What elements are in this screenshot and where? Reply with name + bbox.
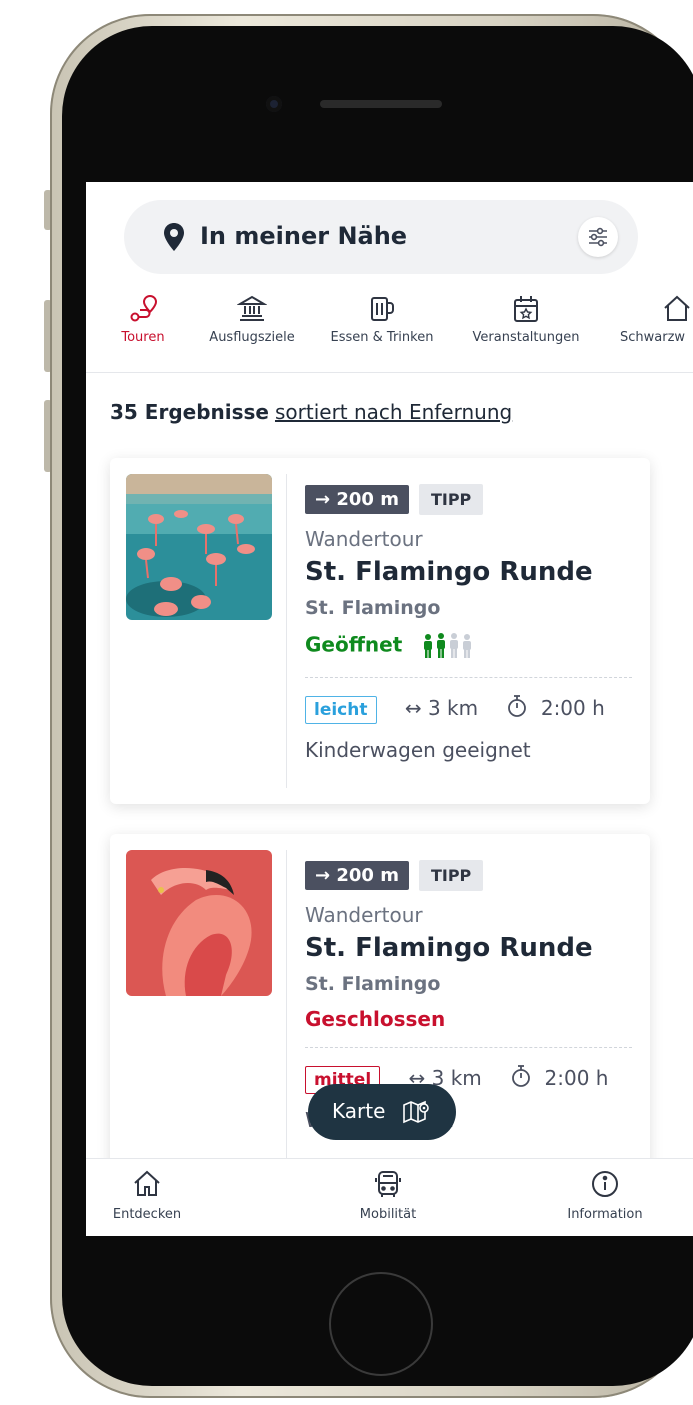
- bus-icon: [375, 1171, 401, 1197]
- home-button[interactable]: [329, 1272, 433, 1376]
- tab-label: Mobilität: [359, 1207, 417, 1222]
- category-schwarzwald[interactable]: Schwarzw: [618, 294, 693, 372]
- category-bar: Touren Ausflugsziele Essen & Trinken Ver…: [86, 294, 693, 373]
- stopwatch-icon: [508, 695, 527, 717]
- home-icon: [134, 1170, 160, 1196]
- difficulty-badge: leicht: [305, 696, 377, 724]
- occupancy-icon: [424, 633, 472, 658]
- tour-duration: 2:00 h: [540, 696, 605, 720]
- speaker-grille: [320, 100, 442, 108]
- route-icon: [130, 294, 158, 322]
- tour-card[interactable]: → 200 m TIPP Wandertour St. Flamingo Rund…: [110, 458, 650, 804]
- tour-thumbnail: [126, 474, 272, 620]
- map-icon: [403, 1100, 429, 1124]
- front-camera: [266, 96, 282, 112]
- closed-status: Geschlossen: [305, 1007, 446, 1031]
- card-tags: → 200 m TIPP: [305, 860, 632, 891]
- category-label: Touren: [121, 330, 165, 345]
- tour-meta: leicht ↔ 3 km 2:00 h: [305, 694, 632, 724]
- tab-mobilitaet[interactable]: Mobilität: [348, 1169, 428, 1222]
- flamingo-pond-image: [126, 474, 272, 620]
- flamingo-closeup-image: [126, 850, 272, 996]
- tour-type: Wandertour: [305, 903, 423, 927]
- location-search-bar[interactable]: In meiner Nähe: [124, 200, 638, 274]
- tour-title: St. Flamingo Runde: [305, 557, 593, 587]
- tab-entdecken[interactable]: Entdecken: [112, 1169, 182, 1222]
- tour-place: St. Flamingo: [305, 973, 441, 995]
- results-count: 35 Ergebnisse: [110, 400, 269, 424]
- distance-badge: → 200 m: [305, 861, 409, 890]
- card-tags: → 200 m TIPP: [305, 484, 632, 515]
- category-label: Veranstaltungen: [472, 330, 580, 345]
- dashed-divider: [305, 1047, 632, 1048]
- results-summary: 35 Ergebnisse sortiert nach Enfernung: [110, 400, 512, 424]
- category-touren[interactable]: Touren: [108, 294, 178, 372]
- tour-length: ↔ 3 km: [404, 696, 479, 720]
- tour-type: Wandertour: [305, 527, 423, 551]
- tour-place: St. Flamingo: [305, 597, 441, 619]
- search-label: In meiner Nähe: [200, 222, 408, 250]
- tour-thumbnail: [126, 850, 272, 996]
- dashed-divider: [305, 677, 632, 678]
- sliders-icon: [589, 227, 607, 247]
- status-label: Geöffnet: [305, 632, 403, 657]
- museum-icon: [237, 295, 267, 321]
- bottom-tab-bar: Entdecken Mobilität Information: [86, 1158, 693, 1236]
- location-pin-icon: [164, 223, 184, 251]
- category-veranstaltungen[interactable]: Veranstaltungen: [466, 294, 586, 372]
- info-icon: [592, 1171, 618, 1197]
- category-essen-trinken[interactable]: Essen & Trinken: [324, 294, 440, 372]
- category-ausflugsziele[interactable]: Ausflugsziele: [202, 294, 302, 372]
- tipp-badge: TIPP: [418, 484, 484, 515]
- tipp-badge: TIPP: [418, 860, 484, 891]
- tab-information[interactable]: Information: [564, 1169, 646, 1222]
- filter-button[interactable]: [578, 217, 618, 257]
- map-button[interactable]: Karte: [308, 1084, 456, 1140]
- category-label: Essen & Trinken: [330, 330, 434, 345]
- distance-badge: → 200 m: [305, 485, 409, 514]
- card-body: → 200 m TIPP Wandertour St. Flamingo Rund…: [305, 484, 632, 762]
- sort-link[interactable]: sortiert nach Enfernung: [275, 400, 512, 424]
- tab-label: Entdecken: [112, 1207, 182, 1222]
- app-screen: In meiner Nähe Touren Ausflugsziele Esse…: [86, 182, 693, 1236]
- open-status: Geöffnet: [305, 631, 632, 661]
- tour-feature: Kinderwagen geeignet: [305, 738, 531, 762]
- tab-label: Information: [567, 1207, 643, 1222]
- card-divider: [286, 474, 287, 788]
- mug-icon: [371, 297, 394, 321]
- tour-title: St. Flamingo Runde: [305, 933, 593, 963]
- stopwatch-icon: [512, 1065, 531, 1087]
- category-label: Ausflugsziele: [209, 330, 295, 345]
- category-label: Schwarzw: [620, 330, 686, 345]
- tour-duration: 2:00 h: [544, 1066, 609, 1090]
- calendar-star-icon: [514, 296, 538, 322]
- house-icon: [664, 295, 690, 321]
- map-button-label: Karte: [332, 1099, 386, 1123]
